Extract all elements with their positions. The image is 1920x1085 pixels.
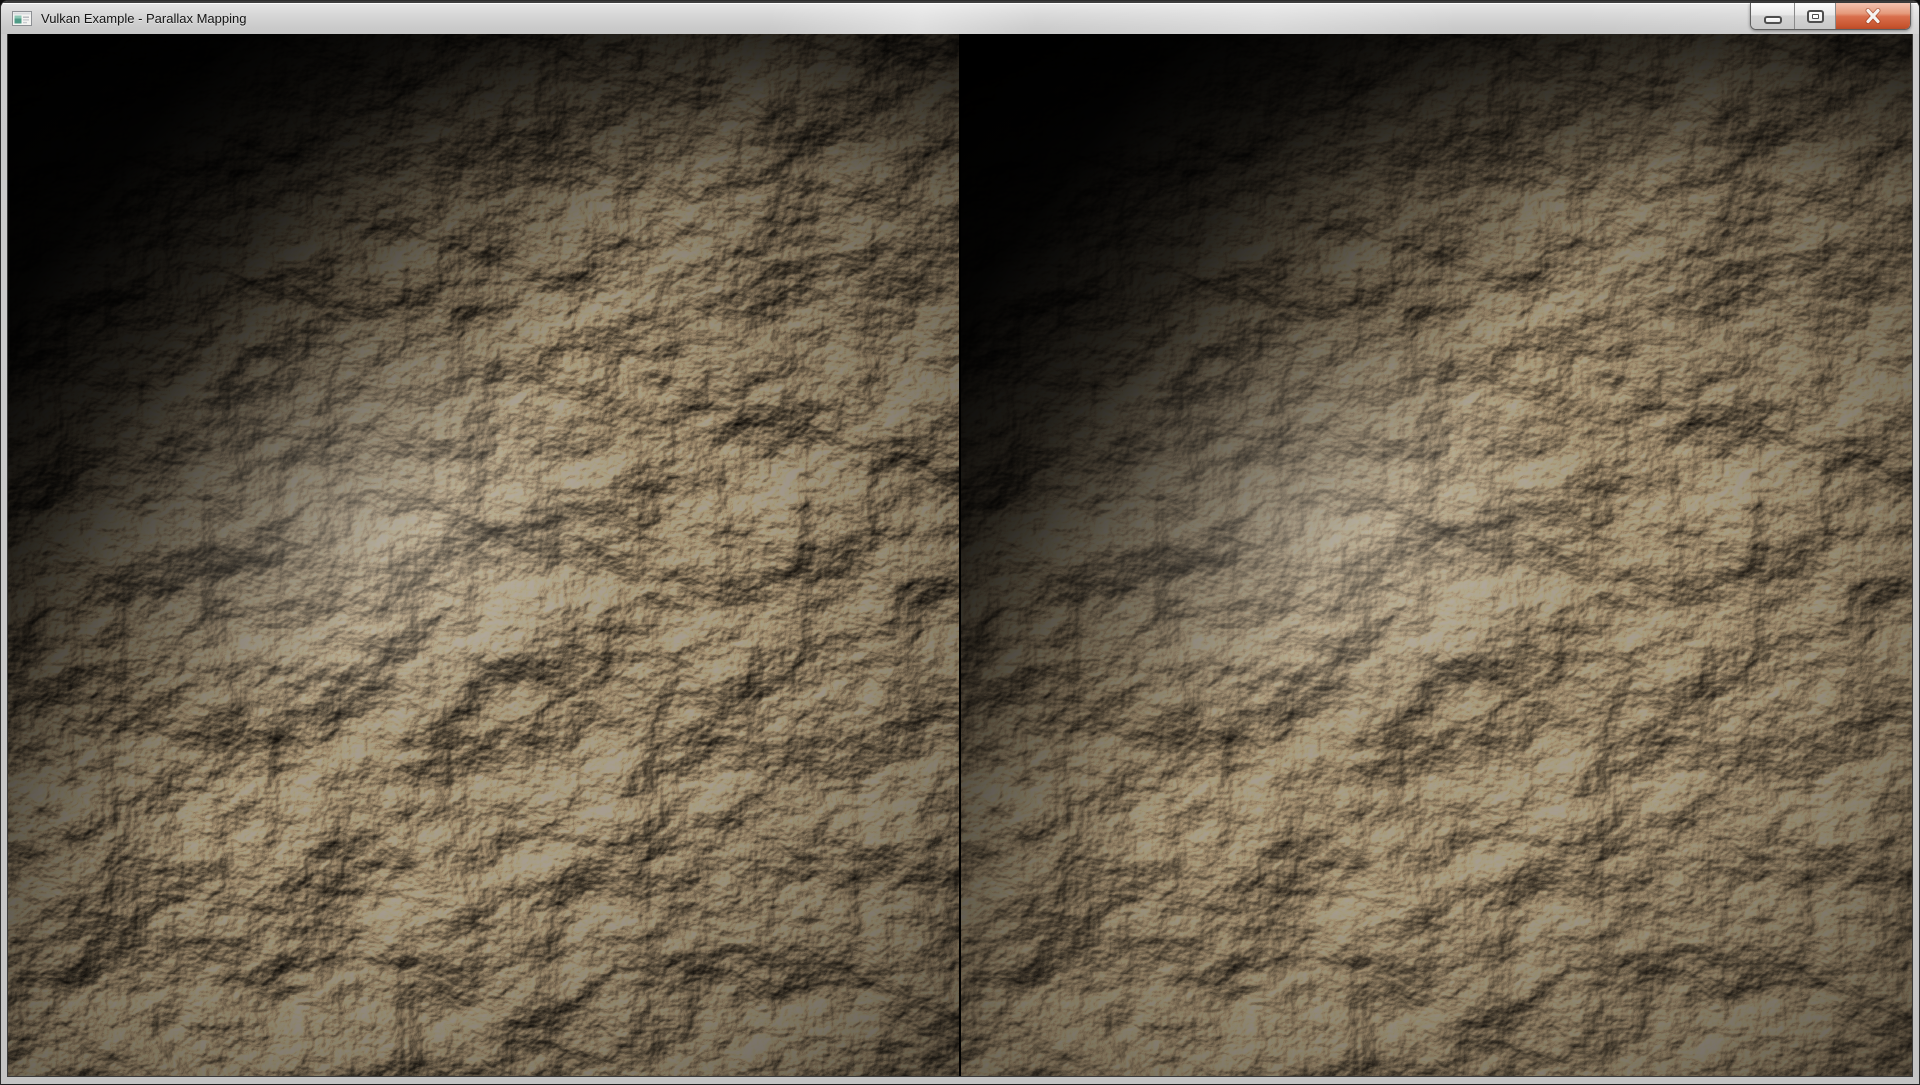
window-frame xyxy=(1,34,1919,1084)
window-controls xyxy=(1750,3,1911,30)
title-bar[interactable]: Vulkan Example - Parallax Mapping xyxy=(1,1,1919,34)
app-window: Vulkan Example - Parallax Mapping xyxy=(0,0,1920,1085)
window-title: Vulkan Example - Parallax Mapping xyxy=(41,11,246,26)
maximize-button[interactable] xyxy=(1795,3,1836,29)
close-icon xyxy=(1864,8,1882,24)
viewport-right[interactable] xyxy=(959,34,1912,1076)
render-area[interactable] xyxy=(8,34,1912,1076)
rock-render-right xyxy=(961,34,1912,1076)
close-button[interactable] xyxy=(1836,3,1910,29)
maximize-icon xyxy=(1807,10,1824,23)
viewport-left[interactable] xyxy=(8,34,959,1076)
minimize-button[interactable] xyxy=(1751,3,1795,29)
rock-render-left xyxy=(8,34,959,1076)
minimize-icon xyxy=(1764,16,1782,24)
app-window-icon[interactable] xyxy=(12,11,32,26)
